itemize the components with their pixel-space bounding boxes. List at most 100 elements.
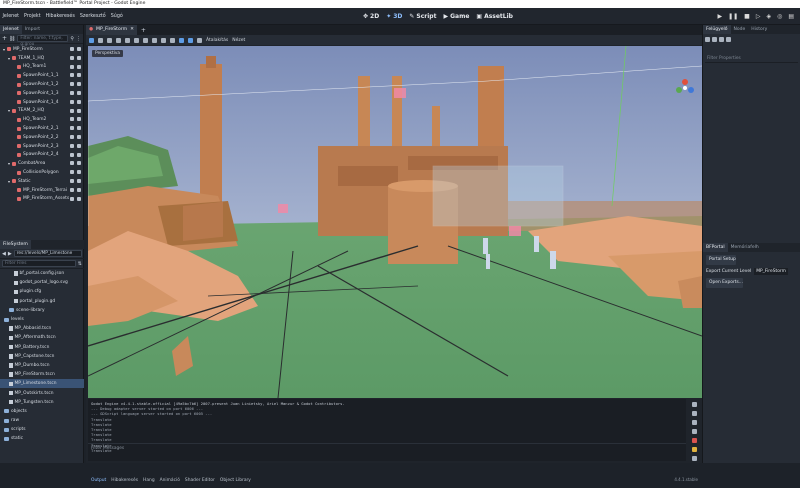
visibility-icon[interactable] xyxy=(77,134,81,139)
visibility-icon[interactable] xyxy=(77,99,81,104)
search-icon[interactable] xyxy=(691,429,697,434)
scene-instance-icon[interactable] xyxy=(70,178,74,183)
scene-instance-icon[interactable] xyxy=(70,117,74,122)
lock-icon[interactable] xyxy=(134,37,139,43)
tree-node[interactable]: ▾ Static xyxy=(0,177,83,186)
visibility-icon[interactable] xyxy=(77,196,81,201)
menu-editor[interactable]: Szerkesztő xyxy=(77,14,108,19)
group-icon[interactable] xyxy=(143,37,148,43)
visibility-icon[interactable] xyxy=(77,143,81,148)
file-item[interactable]: MP_Outskirts.tscn xyxy=(0,388,84,397)
folder-item[interactable]: scene-library xyxy=(0,306,84,315)
filter-messages-input[interactable]: Filter Messages xyxy=(88,443,686,452)
visibility-icon[interactable] xyxy=(77,187,81,192)
tab-output[interactable]: Output xyxy=(91,478,106,483)
menu-icon[interactable]: ⋮ xyxy=(76,36,81,42)
path-field[interactable]: res://levels/MP_Limestone xyxy=(13,250,82,257)
snap-icon[interactable] xyxy=(170,37,175,43)
tab-audio[interactable]: Hang xyxy=(143,478,155,483)
scene-instance-icon[interactable] xyxy=(70,152,74,157)
ruler-icon[interactable] xyxy=(152,37,157,43)
visibility-icon[interactable] xyxy=(77,55,81,60)
file-item[interactable]: godot_portal_logo.svg xyxy=(0,278,84,287)
pause-icon[interactable]: ❚❚ xyxy=(728,13,738,20)
rotate-icon[interactable] xyxy=(107,37,112,43)
visibility-icon[interactable] xyxy=(77,152,81,157)
tree-node[interactable]: SpawnPoint_2_2 xyxy=(0,133,83,142)
tab-memory[interactable]: Memóriafelh xyxy=(728,243,762,252)
scene-instance-icon[interactable] xyxy=(70,99,74,104)
scene-instance-icon[interactable] xyxy=(70,126,74,131)
tree-node[interactable]: MP_FireStorm_Assets xyxy=(0,195,83,204)
3d-viewport[interactable]: Perspektíva xyxy=(88,46,702,398)
visibility-icon[interactable] xyxy=(77,126,81,131)
tab-node[interactable]: Node xyxy=(731,25,749,34)
tree-node[interactable]: SpawnPoint_2_1 xyxy=(0,124,83,133)
tab-inspector[interactable]: Felügyelő xyxy=(703,25,731,34)
tree-node[interactable]: SpawnPoint_2_3 xyxy=(0,142,83,151)
tree-node[interactable]: HQ_Team1 xyxy=(0,63,83,72)
tree-node[interactable]: SpawnPoint_1_4 xyxy=(0,98,83,107)
scene-instance-icon[interactable] xyxy=(70,82,74,87)
folder-item[interactable]: scripts xyxy=(0,425,84,434)
visibility-icon[interactable] xyxy=(77,73,81,78)
new-tab-icon[interactable]: + xyxy=(137,27,150,34)
stop-icon[interactable]: ■ xyxy=(744,13,750,20)
filter-properties-input[interactable]: Filter Properties xyxy=(705,55,798,63)
add-node-icon[interactable]: + xyxy=(2,35,7,42)
portal-setup-button[interactable]: Portal Setup xyxy=(706,255,736,265)
sort-icon[interactable]: ⇅ xyxy=(78,261,82,267)
clear-icon[interactable] xyxy=(691,402,697,407)
scene-instance-icon[interactable] xyxy=(70,196,74,201)
file-item[interactable]: MP_Aftermath.tscn xyxy=(0,333,84,342)
tab-debugger[interactable]: Hibakeresés xyxy=(111,478,138,483)
scene-instance-icon[interactable] xyxy=(70,47,74,51)
movie-icon[interactable]: ◎ xyxy=(777,13,782,20)
select-icon[interactable] xyxy=(89,37,94,43)
play-custom-icon[interactable]: ◈ xyxy=(766,13,771,20)
save-icon[interactable] xyxy=(719,37,724,42)
visibility-icon[interactable] xyxy=(77,117,81,122)
menu-debug[interactable]: Hibakeresés xyxy=(43,14,77,19)
tree-node[interactable]: SpawnPoint_1_3 xyxy=(0,89,83,98)
environment-icon[interactable] xyxy=(188,37,193,43)
tab-history[interactable]: History xyxy=(748,25,770,34)
2d-button[interactable]: ✥ 2D xyxy=(363,13,379,20)
menu-scene[interactable]: Jelenet xyxy=(0,14,22,19)
tab-import[interactable]: Import xyxy=(22,25,43,34)
folder-item[interactable]: static xyxy=(0,434,84,443)
tree-node[interactable]: MP_FireStorm_Terrai xyxy=(0,186,83,195)
message-filter-icon[interactable] xyxy=(691,456,697,461)
scene-instance-icon[interactable] xyxy=(70,55,74,60)
perspective-menu[interactable]: Perspektíva xyxy=(92,50,124,57)
scene-instance-icon[interactable] xyxy=(70,90,74,95)
scene-filter-input[interactable]: Filter: name, t:type, g:grou xyxy=(17,35,69,47)
local-space-icon[interactable] xyxy=(161,37,166,43)
file-item[interactable]: MP_Tungsten.tscn xyxy=(0,398,84,407)
tab-object-library[interactable]: Object Library xyxy=(220,478,251,483)
visibility-icon[interactable] xyxy=(77,90,81,95)
collapse-icon[interactable] xyxy=(691,420,697,425)
visibility-icon[interactable] xyxy=(77,82,81,87)
file-item[interactable]: MP_Battery.tscn xyxy=(0,343,84,352)
tab-animation[interactable]: Animáció xyxy=(160,478,180,483)
file-item[interactable]: MP_Capstone.tscn xyxy=(0,352,84,361)
file-item[interactable]: plugin.cfg xyxy=(0,287,84,296)
error-filter-icon[interactable] xyxy=(691,438,697,443)
game-button[interactable]: ▶ Game xyxy=(443,13,469,20)
visibility-icon[interactable] xyxy=(77,178,81,183)
folder-item[interactable]: objects xyxy=(0,407,84,416)
view-menu[interactable]: Nézet xyxy=(232,38,245,43)
file-item[interactable]: MP_FireStorm.tscn xyxy=(0,370,84,379)
tab-bfportal[interactable]: BFPortal xyxy=(703,243,728,252)
menu-project[interactable]: Projekt xyxy=(22,14,44,19)
scene-instance-icon[interactable] xyxy=(70,161,74,166)
file-item[interactable]: bf_portal.config.json xyxy=(0,269,84,278)
copy-icon[interactable] xyxy=(691,411,697,416)
3d-button[interactable]: ✦ 3D xyxy=(386,13,402,20)
tree-node[interactable]: CollisionPolygon xyxy=(0,168,83,177)
visibility-icon[interactable] xyxy=(77,64,81,69)
renderer-icon[interactable]: ▤ xyxy=(788,13,794,20)
open-exports-button[interactable]: Open Exports... xyxy=(706,278,743,288)
scene-instance-icon[interactable] xyxy=(70,108,74,113)
